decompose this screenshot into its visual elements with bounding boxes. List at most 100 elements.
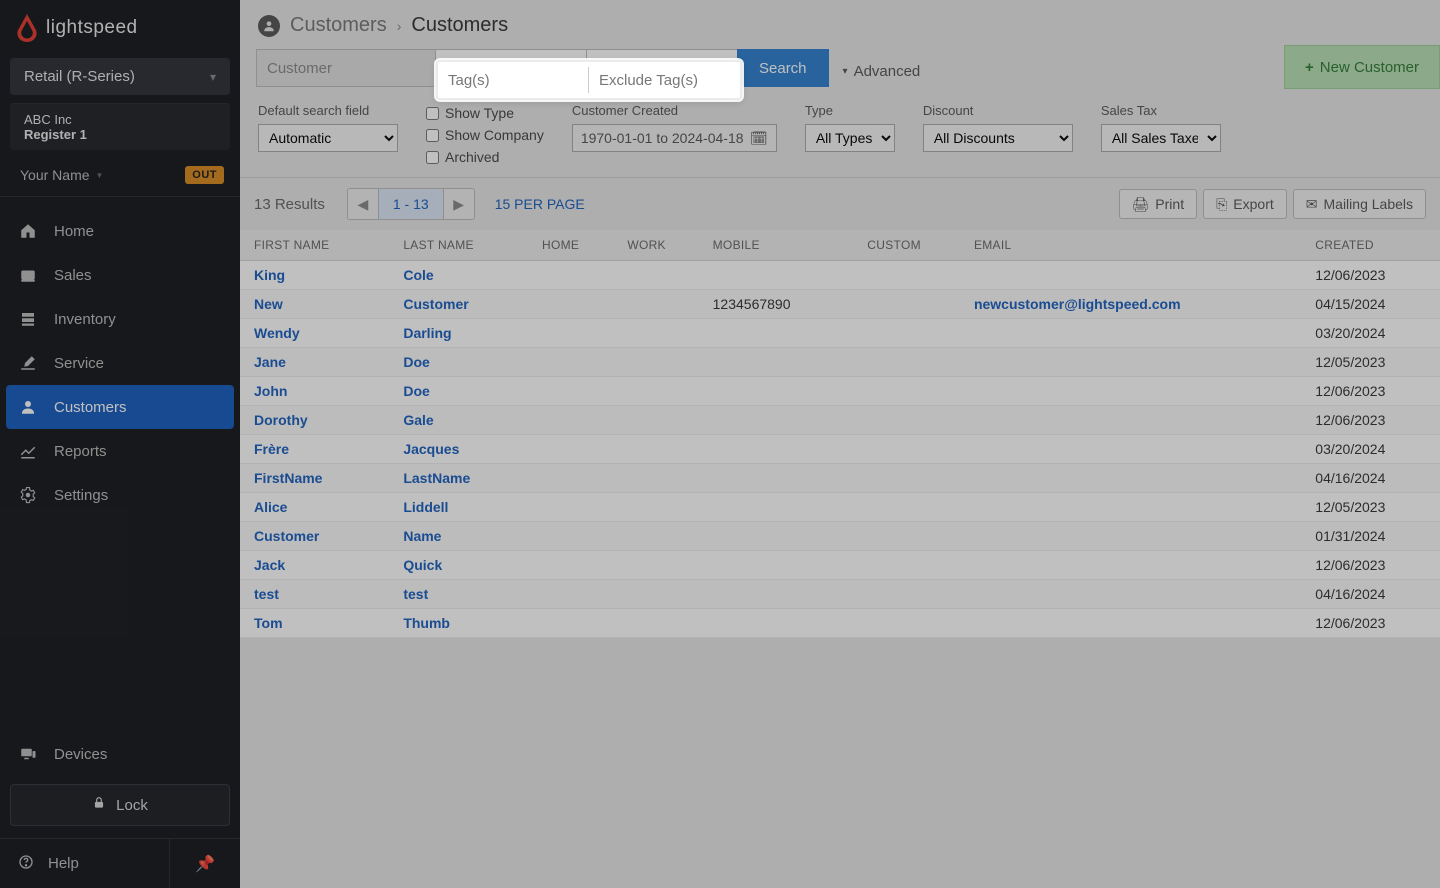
cell-last[interactable]: test (389, 580, 528, 609)
cell-first[interactable]: Frère (240, 435, 389, 464)
archived-check[interactable]: Archived (426, 149, 544, 165)
exclude-tags-input[interactable] (589, 63, 739, 97)
search-button[interactable]: Search (737, 49, 829, 87)
show-company-check[interactable]: Show Company (426, 127, 544, 143)
per-page-link[interactable]: 15 PER PAGE (495, 196, 585, 212)
cell-first[interactable]: test (240, 580, 389, 609)
cell-mobile (699, 464, 854, 493)
nav-home[interactable]: Home (0, 209, 240, 253)
nav-reports[interactable]: Reports (0, 429, 240, 473)
th-work[interactable]: WORK (613, 230, 698, 261)
cell-first[interactable]: Dorothy (240, 406, 389, 435)
table-row[interactable]: JackQuick12/06/2023 (240, 551, 1440, 580)
cell-last[interactable]: Quick (389, 551, 528, 580)
table-row[interactable]: testtest04/16/2024 (240, 580, 1440, 609)
print-button[interactable]: 🖨Print (1119, 189, 1198, 219)
nav-label: Customers (54, 399, 127, 416)
pager-next[interactable]: ▶ (444, 189, 474, 219)
mailing-labels-button[interactable]: ✉Mailing Labels (1293, 189, 1426, 219)
nav-inventory[interactable]: Inventory (0, 297, 240, 341)
cell-home (528, 493, 613, 522)
customers-table: FIRST NAME LAST NAME HOME WORK MOBILE CU… (240, 230, 1440, 638)
store-block[interactable]: ABC Inc Register 1 (10, 103, 230, 150)
type-select[interactable]: All Types (805, 124, 895, 152)
chevron-right-icon: › (397, 18, 402, 34)
pager-prev[interactable]: ◀ (348, 189, 378, 219)
cell-home (528, 580, 613, 609)
nav-customers[interactable]: Customers (6, 385, 234, 429)
table-row[interactable]: CustomerName 01/31/2024 (240, 522, 1440, 551)
nav-devices[interactable]: Devices (0, 732, 240, 776)
status-badge[interactable]: OUT (185, 166, 224, 184)
lock-button[interactable]: Lock (10, 784, 230, 826)
discount-select[interactable]: All Discounts (923, 124, 1073, 152)
export-button[interactable]: ⎘Export (1203, 189, 1287, 219)
cell-first[interactable]: Wendy (240, 319, 389, 348)
table-row[interactable]: AliceLiddell12/05/2023 (240, 493, 1440, 522)
user-row[interactable]: Your Name ▼ OUT (0, 156, 240, 197)
cell-first[interactable]: Alice (240, 493, 389, 522)
cell-last[interactable]: Name (389, 522, 528, 551)
pager-range[interactable]: 1 - 13 (378, 189, 444, 219)
nav-sales[interactable]: Sales (0, 253, 240, 297)
cell-last[interactable]: Gale (389, 406, 528, 435)
th-email[interactable]: EMAIL (960, 230, 1301, 261)
th-mobile[interactable]: MOBILE (699, 230, 854, 261)
table-row[interactable]: DorothyGale12/06/2023 (240, 406, 1440, 435)
cell-last[interactable]: Doe (389, 377, 528, 406)
cell-custom (853, 580, 960, 609)
cell-first[interactable]: King (240, 261, 389, 290)
th-first[interactable]: FIRST NAME (240, 230, 389, 261)
cell-last[interactable]: Cole (389, 261, 528, 290)
advanced-label: Advanced (854, 63, 921, 80)
cell-last[interactable]: Customer (389, 290, 528, 319)
customer-search-input[interactable] (256, 49, 436, 87)
settings-icon (18, 485, 38, 505)
show-type-check[interactable]: Show Type (426, 105, 544, 121)
pin-button[interactable]: 📌 (170, 839, 240, 888)
created-range[interactable]: 1970-01-01 to 2024-04-18 🗓 (572, 124, 777, 152)
cell-first[interactable]: Jack (240, 551, 389, 580)
nav-settings[interactable]: Settings (0, 473, 240, 517)
cell-last[interactable]: Doe (389, 348, 528, 377)
table-row[interactable]: TomThumb12/06/2023 (240, 609, 1440, 638)
new-customer-button[interactable]: + New Customer (1284, 45, 1440, 89)
table-row[interactable]: JaneDoe12/05/2023 (240, 348, 1440, 377)
th-home[interactable]: HOME (528, 230, 613, 261)
th-created[interactable]: CREATED (1301, 230, 1440, 261)
nav-service[interactable]: Service (0, 341, 240, 385)
cell-first[interactable]: Jane (240, 348, 389, 377)
cell-email[interactable]: newcustomer@lightspeed.com (960, 290, 1301, 319)
cell-first[interactable]: Tom (240, 609, 389, 638)
table-row[interactable]: FrèreJacques03/20/2024 (240, 435, 1440, 464)
advanced-toggle[interactable]: ▾ Advanced (829, 49, 935, 93)
cell-home (528, 290, 613, 319)
tags-input[interactable] (438, 63, 588, 97)
cell-last[interactable]: Thumb (389, 609, 528, 638)
breadcrumb-parent[interactable]: Customers (290, 14, 387, 37)
salestax-select[interactable]: All Sales Taxes (1101, 124, 1221, 152)
cell-created: 01/31/2024 (1301, 522, 1440, 551)
table-row[interactable]: JohnDoe12/06/2023 (240, 377, 1440, 406)
cell-mobile (699, 580, 854, 609)
th-custom[interactable]: CUSTOM (853, 230, 960, 261)
cell-first[interactable]: John (240, 377, 389, 406)
table-row[interactable]: WendyDarling03/20/2024 (240, 319, 1440, 348)
cell-last[interactable]: LastName (389, 464, 528, 493)
cell-last[interactable]: Liddell (389, 493, 528, 522)
table-row[interactable]: KingCole12/06/2023 (240, 261, 1440, 290)
cell-last[interactable]: Darling (389, 319, 528, 348)
cell-last[interactable]: Jacques (389, 435, 528, 464)
cell-email (960, 435, 1301, 464)
salestax-filter: Sales Tax All Sales Taxes (1101, 103, 1221, 165)
cell-email (960, 464, 1301, 493)
product-switcher[interactable]: Retail (R-Series) ▾ (10, 58, 230, 95)
th-last[interactable]: LAST NAME (389, 230, 528, 261)
help-button[interactable]: Help (0, 839, 170, 888)
table-row[interactable]: NewCustomer1234567890newcustomer@lightsp… (240, 290, 1440, 319)
table-row[interactable]: FirstNameLastName04/16/2024 (240, 464, 1440, 493)
cell-first[interactable]: New (240, 290, 389, 319)
default-field-select[interactable]: Automatic (258, 124, 398, 152)
cell-first[interactable]: Customer (240, 522, 389, 551)
cell-first[interactable]: FirstName (240, 464, 389, 493)
